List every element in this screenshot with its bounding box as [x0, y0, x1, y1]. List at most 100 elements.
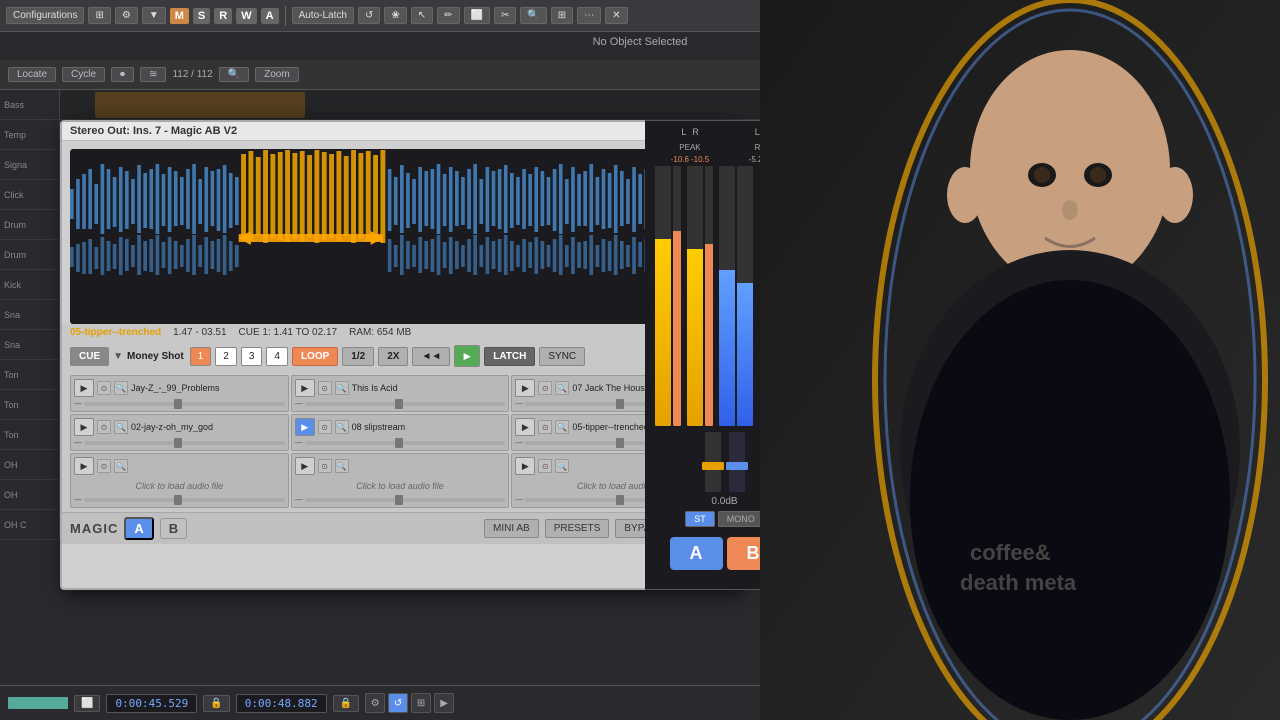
slot-8-play-btn[interactable]: ▶ [295, 457, 315, 475]
vu-a-btn[interactable]: A [670, 537, 723, 570]
slot-5-load-icon[interactable]: ⊙ [318, 420, 332, 434]
2x-btn[interactable]: 2X [378, 347, 408, 366]
slot-1-load-icon[interactable]: ⊙ [97, 381, 111, 395]
slot-6-slider-thumb[interactable] [616, 438, 624, 448]
locate-btn[interactable]: Locate [8, 67, 56, 82]
slot-4-vol-slider[interactable] [84, 441, 285, 445]
latch-btn[interactable]: LATCH [484, 347, 535, 366]
slot-7-vol-slider[interactable] [84, 498, 285, 502]
leaf-icon-btn[interactable]: ❀ [384, 7, 406, 24]
search-btn[interactable]: 🔍 [219, 67, 249, 82]
num-3-btn[interactable]: 3 [241, 347, 263, 366]
settings-icon-btn[interactable]: ⚙ [115, 7, 138, 24]
slot-9-play-btn[interactable]: ▶ [515, 457, 535, 475]
scissors-btn[interactable]: ✂ [494, 7, 516, 24]
slot-5-vol-slider[interactable] [305, 441, 506, 445]
prev-btn[interactable]: ◄◄ [412, 347, 450, 366]
slot-9-slider-thumb[interactable] [616, 495, 624, 505]
num-4-btn[interactable]: 4 [266, 347, 288, 366]
slot-8-load-icon[interactable]: ⊙ [318, 459, 332, 473]
slot-3-slider-thumb[interactable] [616, 399, 624, 409]
slot-4-zoom-icon[interactable]: 🔍 [114, 420, 128, 434]
slot-5-slider-thumb[interactable] [395, 438, 403, 448]
slot-8-zoom-icon[interactable]: 🔍 [335, 459, 349, 473]
zoom-btn[interactable]: 🔍 [520, 7, 546, 24]
slot-9-zoom-icon[interactable]: 🔍 [555, 459, 569, 473]
slot-7-play-btn[interactable]: ▶ [74, 457, 94, 475]
slot-2-load-icon[interactable]: ⊙ [318, 381, 332, 395]
marquee-btn[interactable]: ⬜ [464, 7, 490, 24]
magic-b-btn[interactable]: B [160, 518, 187, 539]
slot-7-load-icon[interactable]: ⊙ [97, 459, 111, 473]
timeline-settings-icon[interactable]: ⚙ [365, 693, 385, 713]
s-button[interactable]: S [193, 8, 210, 24]
slot-3-play-btn[interactable]: ▶ [515, 379, 535, 397]
cue-button[interactable]: CUE [70, 347, 109, 366]
a-button[interactable]: A [261, 8, 279, 24]
pencil-btn[interactable]: ✏ [437, 7, 459, 24]
slot-5-play-btn[interactable]: ▶ [295, 418, 315, 436]
slot-1-slider-thumb[interactable] [174, 399, 182, 409]
slot-1-zoom-icon[interactable]: 🔍 [114, 381, 128, 395]
misc-btn1[interactable]: ⊞ [551, 7, 573, 24]
vu-fader-r[interactable] [729, 432, 745, 492]
cursor-btn[interactable]: ↖ [411, 7, 433, 24]
timeline-lock-btn2[interactable]: 🔒 [333, 695, 359, 712]
play-btn[interactable]: ► [454, 345, 480, 367]
timeline-loop-icon[interactable]: ↺ [388, 693, 408, 713]
slot-6-zoom-icon[interactable]: 🔍 [555, 420, 569, 434]
slot-6-play-btn[interactable]: ▶ [515, 418, 535, 436]
w-button[interactable]: W [236, 8, 256, 24]
slot-4-play-btn[interactable]: ▶ [74, 418, 94, 436]
st-btn[interactable]: ST [685, 511, 715, 527]
slot-3-zoom-icon[interactable]: 🔍 [555, 381, 569, 395]
slot-4-load-icon[interactable]: ⊙ [97, 420, 111, 434]
slot-8-slider-thumb[interactable] [395, 495, 403, 505]
slot-2-play-btn[interactable]: ▶ [295, 379, 315, 397]
slot-8-vol-slider[interactable] [305, 498, 506, 502]
presets-btn[interactable]: PRESETS [545, 519, 610, 538]
slot-7-empty-label[interactable]: Click to load audio file [74, 477, 285, 495]
magic-a-btn[interactable]: A [124, 517, 153, 540]
mini-ab-btn[interactable]: MINI AB [484, 519, 539, 538]
slot-2-vol-slider[interactable] [305, 402, 506, 406]
cycle-btn[interactable]: Cycle [62, 67, 105, 82]
slot-5-zoom-icon[interactable]: 🔍 [335, 420, 349, 434]
timeline-grid-icon[interactable]: ⊞ [411, 693, 431, 713]
vu-fader-l[interactable] [705, 432, 721, 492]
rec-btn[interactable]: ⏺ [111, 67, 134, 82]
vu-fader-r-thumb[interactable] [726, 462, 748, 470]
dropdown-icon-btn[interactable]: ▼ [142, 7, 166, 24]
cue-dropdown[interactable]: ▼ [113, 351, 123, 362]
loop-icon-btn[interactable]: ↺ [358, 7, 380, 24]
loop-btn[interactable]: LOOP [292, 347, 338, 366]
num-1-btn[interactable]: 1 [190, 347, 212, 366]
zoom-tool-btn[interactable]: Zoom [255, 67, 299, 82]
slot-7-zoom-icon[interactable]: 🔍 [114, 459, 128, 473]
slot-2-slider-thumb[interactable] [395, 399, 403, 409]
slot-8-empty-label[interactable]: Click to load audio file [295, 477, 506, 495]
configurations-btn[interactable]: Configurations [6, 7, 84, 24]
slot-3-load-icon[interactable]: ⊙ [538, 381, 552, 395]
slot-9-load-icon[interactable]: ⊙ [538, 459, 552, 473]
slot-4-slider-thumb[interactable] [174, 438, 182, 448]
slot-1-play-btn[interactable]: ▶ [74, 379, 94, 397]
half-btn[interactable]: 1/2 [342, 347, 374, 366]
misc-btn2[interactable]: ⋯ [577, 7, 601, 24]
slot-1-vol-slider[interactable] [84, 402, 285, 406]
auto-latch-btn[interactable]: Auto-Latch [292, 7, 354, 24]
timeline-lock-btn[interactable]: 🔒 [203, 695, 229, 712]
slot-7-slider-thumb[interactable] [174, 495, 182, 505]
slot-2-zoom-icon[interactable]: 🔍 [335, 381, 349, 395]
num-2-btn[interactable]: 2 [215, 347, 237, 366]
timeline-play-icon[interactable]: ▶ [434, 693, 454, 713]
r-button[interactable]: R [214, 8, 232, 24]
wave-btn[interactable]: ≋ [140, 67, 166, 82]
misc-btn3[interactable]: ✕ [605, 7, 627, 24]
vu-fader-l-thumb[interactable] [702, 462, 724, 470]
grid-icon-btn[interactable]: ⊞ [88, 7, 110, 24]
slot-6-load-icon[interactable]: ⊙ [538, 420, 552, 434]
mono-btn[interactable]: MONO [718, 511, 764, 527]
timeline-btn-1[interactable]: ⬜ [74, 695, 100, 712]
m-button[interactable]: M [170, 8, 189, 24]
